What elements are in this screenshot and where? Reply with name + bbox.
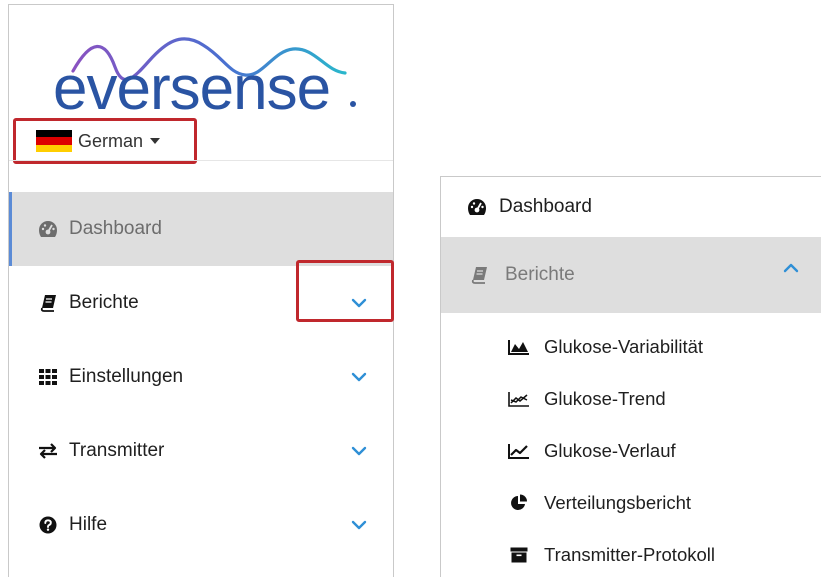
sidebar-item-label: Transmitter (69, 440, 165, 461)
submenu-item-transmitter-protokoll[interactable]: Transmitter-Protokoll (441, 529, 821, 577)
pie-chart-icon (507, 493, 531, 513)
chevron-down-icon[interactable] (351, 366, 367, 388)
sidebar-collapsed: eversense German Dashboard Berichte Eins… (8, 4, 394, 577)
submenu-item-label: Transmitter-Protokoll (544, 544, 715, 565)
chevron-up-icon[interactable] (783, 257, 799, 279)
submenu-item-label: Glukose-Variabilität (544, 336, 704, 357)
sidebar-item-label: Berichte (505, 264, 575, 285)
logo-wordmark: eversense (53, 54, 330, 115)
submenu-item-label: Glukose-Verlauf (544, 440, 676, 461)
sidebar-item-dashboard[interactable]: Dashboard (9, 192, 393, 266)
language-selector[interactable]: German (13, 118, 197, 164)
line-chart-icon (507, 441, 531, 461)
submenu-item-verteilungsbericht[interactable]: Verteilungsbericht (441, 477, 821, 529)
submenu-item-label: Glukose-Trend (544, 388, 666, 409)
sidebar-item-label: Berichte (69, 292, 139, 313)
submenu-item-glukose-variabilitaet[interactable]: Glukose-Variabilität (441, 321, 821, 373)
book-icon (37, 293, 59, 313)
eversense-logo: eversense (53, 31, 373, 115)
sidebar-item-berichte-expanded[interactable]: Berichte (441, 237, 821, 313)
germany-flag-icon (36, 130, 72, 152)
grid-icon (37, 367, 59, 387)
question-circle-icon (37, 515, 59, 535)
sidebar-item-berichte[interactable]: Berichte (9, 266, 393, 340)
sidebar-expanded: Dashboard Berichte Glukose-Variabilität … (440, 176, 821, 577)
dashboard-icon (37, 219, 59, 239)
submenu-item-glukose-trend[interactable]: Glukose-Trend (441, 373, 821, 425)
language-label: German (78, 130, 144, 151)
submenu-item-label: Verteilungsbericht (544, 492, 692, 513)
berichte-submenu: Glukose-Variabilität Glukose-Trend Gluko… (441, 313, 821, 577)
sidebar-item-label: Dashboard (69, 218, 162, 239)
sidebar-item-label: Dashboard (499, 196, 592, 217)
sidebar-item-label: Hilfe (69, 514, 108, 535)
caret-down-icon (150, 138, 161, 144)
dashboard-icon (467, 198, 489, 216)
divider (9, 160, 393, 161)
sidebar-item-dashboard[interactable]: Dashboard (441, 177, 821, 237)
area-chart-icon (507, 337, 531, 357)
chevron-down-icon[interactable] (351, 440, 367, 462)
chevron-down-icon[interactable] (351, 292, 367, 314)
chevron-down-icon[interactable] (351, 514, 367, 536)
archive-icon (507, 545, 531, 565)
submenu-item-glukose-verlauf[interactable]: Glukose-Verlauf (441, 425, 821, 477)
sidebar-item-einstellungen[interactable]: Einstellungen (9, 340, 393, 414)
book-icon (471, 266, 493, 284)
sidebar-item-hilfe[interactable]: Hilfe (9, 488, 393, 562)
sidebar-nav: Dashboard Berichte Einstellungen Transmi… (9, 192, 393, 562)
trend-chart-icon (507, 389, 531, 409)
sidebar-item-transmitter[interactable]: Transmitter (9, 414, 393, 488)
exchange-icon (37, 441, 59, 461)
sidebar-item-label: Einstellungen (69, 366, 184, 387)
